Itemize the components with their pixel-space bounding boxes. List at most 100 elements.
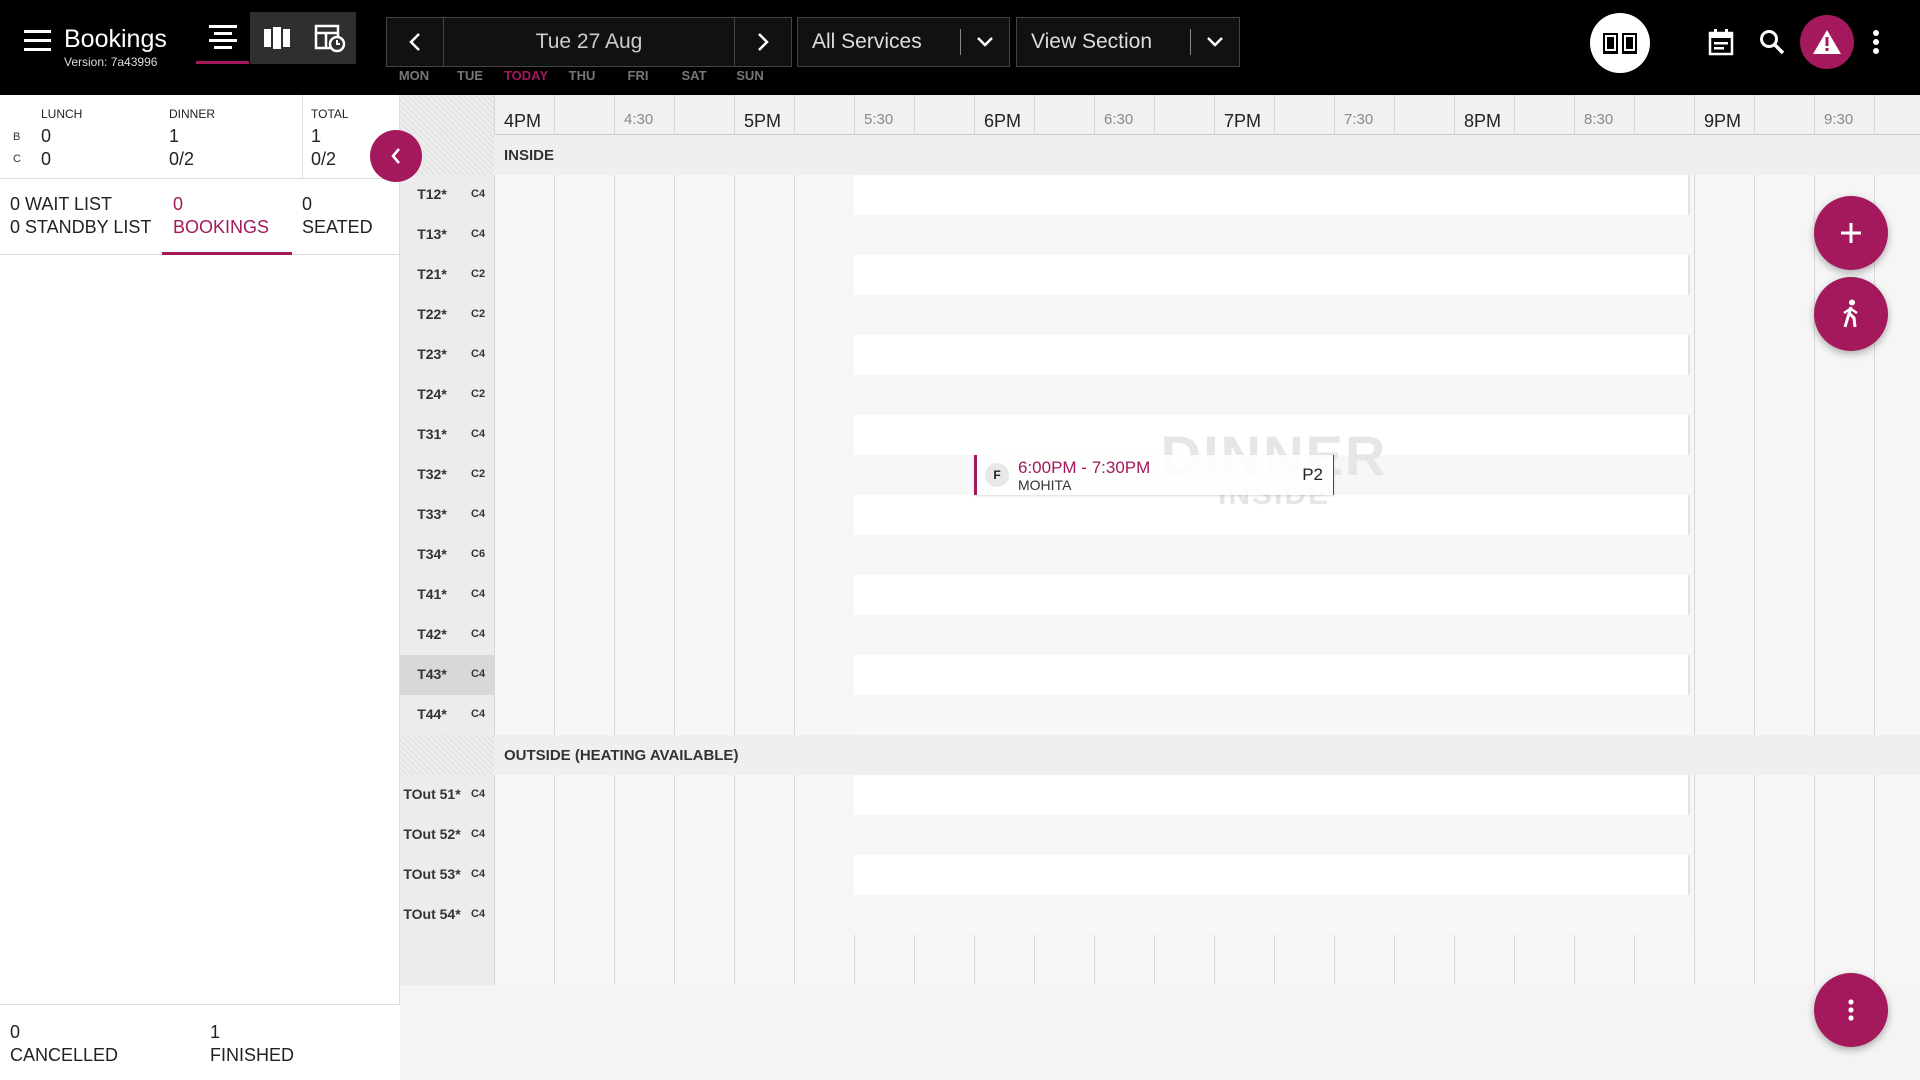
wait-list-label: 0 WAIT LIST <box>10 194 113 214</box>
plus-icon <box>1841 223 1861 243</box>
table-cell[interactable]: T44* C4 <box>400 695 494 735</box>
hour-label: 4PM <box>504 111 542 131</box>
table-capacity: C4 <box>471 668 486 680</box>
alert-button[interactable] <box>1800 15 1854 69</box>
table-name: T31* <box>417 426 447 442</box>
table-cell[interactable]: TOut 54* C4 <box>400 895 494 935</box>
table-cell[interactable]: T41* C4 <box>400 575 494 615</box>
table-capacity: C4 <box>471 788 486 800</box>
list-view-button[interactable] <box>196 12 249 64</box>
next-day-button[interactable] <box>735 18 791 66</box>
section-title: INSIDE <box>504 147 555 164</box>
table-capacity: C4 <box>471 508 486 520</box>
collapse-sidebar-button[interactable] <box>370 130 422 182</box>
table-cell[interactable]: T43* C4 <box>400 655 494 695</box>
weekday-mon[interactable]: MON <box>386 68 442 86</box>
table-capacity: C4 <box>471 868 486 880</box>
finished-bookings[interactable]: 1 FINISHED <box>210 1021 294 1067</box>
table-cell[interactable]: T34* C6 <box>400 535 494 575</box>
services-dropdown-label: All Services <box>812 30 922 53</box>
table-name: TOut 53* <box>403 866 461 882</box>
grid-line <box>734 95 735 985</box>
service-area[interactable] <box>854 775 1690 935</box>
sidebar-footer: 0 CANCELLED 1 FINISHED <box>0 1004 400 1080</box>
stats-value: 0/2 <box>311 149 337 169</box>
half-hour-label: 5:30 <box>864 111 894 128</box>
table-cell[interactable]: T24* C2 <box>400 375 494 415</box>
table-cell[interactable]: TOut 53* C4 <box>400 855 494 895</box>
search-icon[interactable] <box>1752 22 1792 62</box>
app-title: Bookings <box>64 25 167 53</box>
table-capacity: C2 <box>471 468 486 480</box>
weekday-today[interactable]: TODAY <box>498 68 554 86</box>
cancelled-count: 0 <box>10 1022 21 1042</box>
services-dropdown[interactable]: All Services <box>797 17 1010 67</box>
walk-in-icon <box>1843 299 1858 328</box>
table-cell[interactable]: T13* C4 <box>400 215 494 255</box>
weekday-sun[interactable]: SUN <box>722 68 778 86</box>
stats-value: 1 <box>311 126 322 146</box>
section-dropdown[interactable]: View Section <box>1016 17 1240 67</box>
row-stripe <box>854 895 1690 935</box>
table-name: T22* <box>417 306 447 322</box>
stats-row-label: C <box>13 153 21 165</box>
half-hour-label: 9:30 <box>1824 111 1854 128</box>
table-cell[interactable]: T42* C4 <box>400 615 494 655</box>
stats-header-lunch: LUNCH <box>41 107 83 121</box>
add-booking-button[interactable] <box>1814 196 1888 270</box>
timeline-view-button[interactable] <box>303 12 356 64</box>
walk-in-button[interactable] <box>1814 277 1888 351</box>
booking-block[interactable]: F 6:00PM - 7:30PM MOHITA P2 <box>974 455 1334 495</box>
calendar-icon[interactable] <box>1701 22 1741 62</box>
time-header: 4PM 5PM 6PM 7PM 8PM 9PM 4:30 5:30 6:30 7:30 8:30 9:… <box>494 95 1920 135</box>
table-cell[interactable]: T32* C2 <box>400 455 494 495</box>
section-header: OUTSIDE (HEATING AVAILABLE) <box>400 735 1920 775</box>
floor-plan-view-button[interactable] <box>250 12 303 64</box>
table-name: TOut 54* <box>403 906 461 922</box>
more-actions-button[interactable] <box>1814 973 1888 1047</box>
table-cell[interactable]: TOut 51* C4 <box>400 775 494 815</box>
previous-day-button[interactable] <box>387 18 443 66</box>
table-name: T32* <box>417 466 447 482</box>
table-cell[interactable]: T33* C4 <box>400 495 494 535</box>
seated-label: SEATED <box>302 217 373 237</box>
table-cell[interactable]: T31* C4 <box>400 415 494 455</box>
book-logo-icon[interactable] <box>1590 13 1650 73</box>
bookings-label: BOOKINGS <box>173 217 270 237</box>
section-title: OUTSIDE (HEATING AVAILABLE) <box>504 747 739 764</box>
weekday-thu[interactable]: THU <box>554 68 610 86</box>
weekday-fri[interactable]: FRI <box>610 68 666 86</box>
hour-label: 9PM <box>1704 111 1742 131</box>
table-name: T24* <box>417 386 447 402</box>
booking-time: 6:00PM - 7:30PM <box>1018 458 1151 477</box>
weekday-tue[interactable]: TUE <box>442 68 498 86</box>
tab-seated[interactable]: 0 SEATED <box>302 179 400 255</box>
table-name: T12* <box>417 186 447 202</box>
current-date[interactable]: Tue 27 Aug <box>443 18 735 66</box>
table-cell[interactable]: T22* C2 <box>400 295 494 335</box>
tab-bookings[interactable]: 0 BOOKINGS <box>162 179 292 255</box>
chevron-down-icon <box>961 36 1009 48</box>
grid-line <box>494 95 495 985</box>
table-capacity: C2 <box>471 268 486 280</box>
table-cell[interactable]: TOut 52* C4 <box>400 815 494 855</box>
cancelled-label: CANCELLED <box>10 1045 119 1065</box>
table-name: T21* <box>417 266 447 282</box>
alert-icon <box>1813 30 1841 54</box>
hour-label: 5PM <box>744 111 782 131</box>
table-cell[interactable]: T21* C2 <box>400 255 494 295</box>
half-hour-label: 7:30 <box>1344 111 1374 128</box>
weekday-sat[interactable]: SAT <box>666 68 722 86</box>
finished-count: 1 <box>210 1022 221 1042</box>
cancelled-bookings[interactable]: 0 CANCELLED <box>10 1021 118 1067</box>
table-capacity: C4 <box>471 348 486 360</box>
table-name: T43* <box>417 666 447 682</box>
tab-wait-list[interactable]: 0 WAIT LIST 0 STANDBY LIST <box>10 179 160 255</box>
menu-icon[interactable] <box>24 30 51 52</box>
chevron-down-icon <box>1191 36 1239 48</box>
table-cell[interactable]: T23* C4 <box>400 335 494 375</box>
more-vert-icon[interactable] <box>1856 22 1896 62</box>
booking-status-badge: F <box>985 463 1009 487</box>
table-cell[interactable]: T12* C4 <box>400 175 494 215</box>
stats-value: 0 <box>41 149 52 169</box>
